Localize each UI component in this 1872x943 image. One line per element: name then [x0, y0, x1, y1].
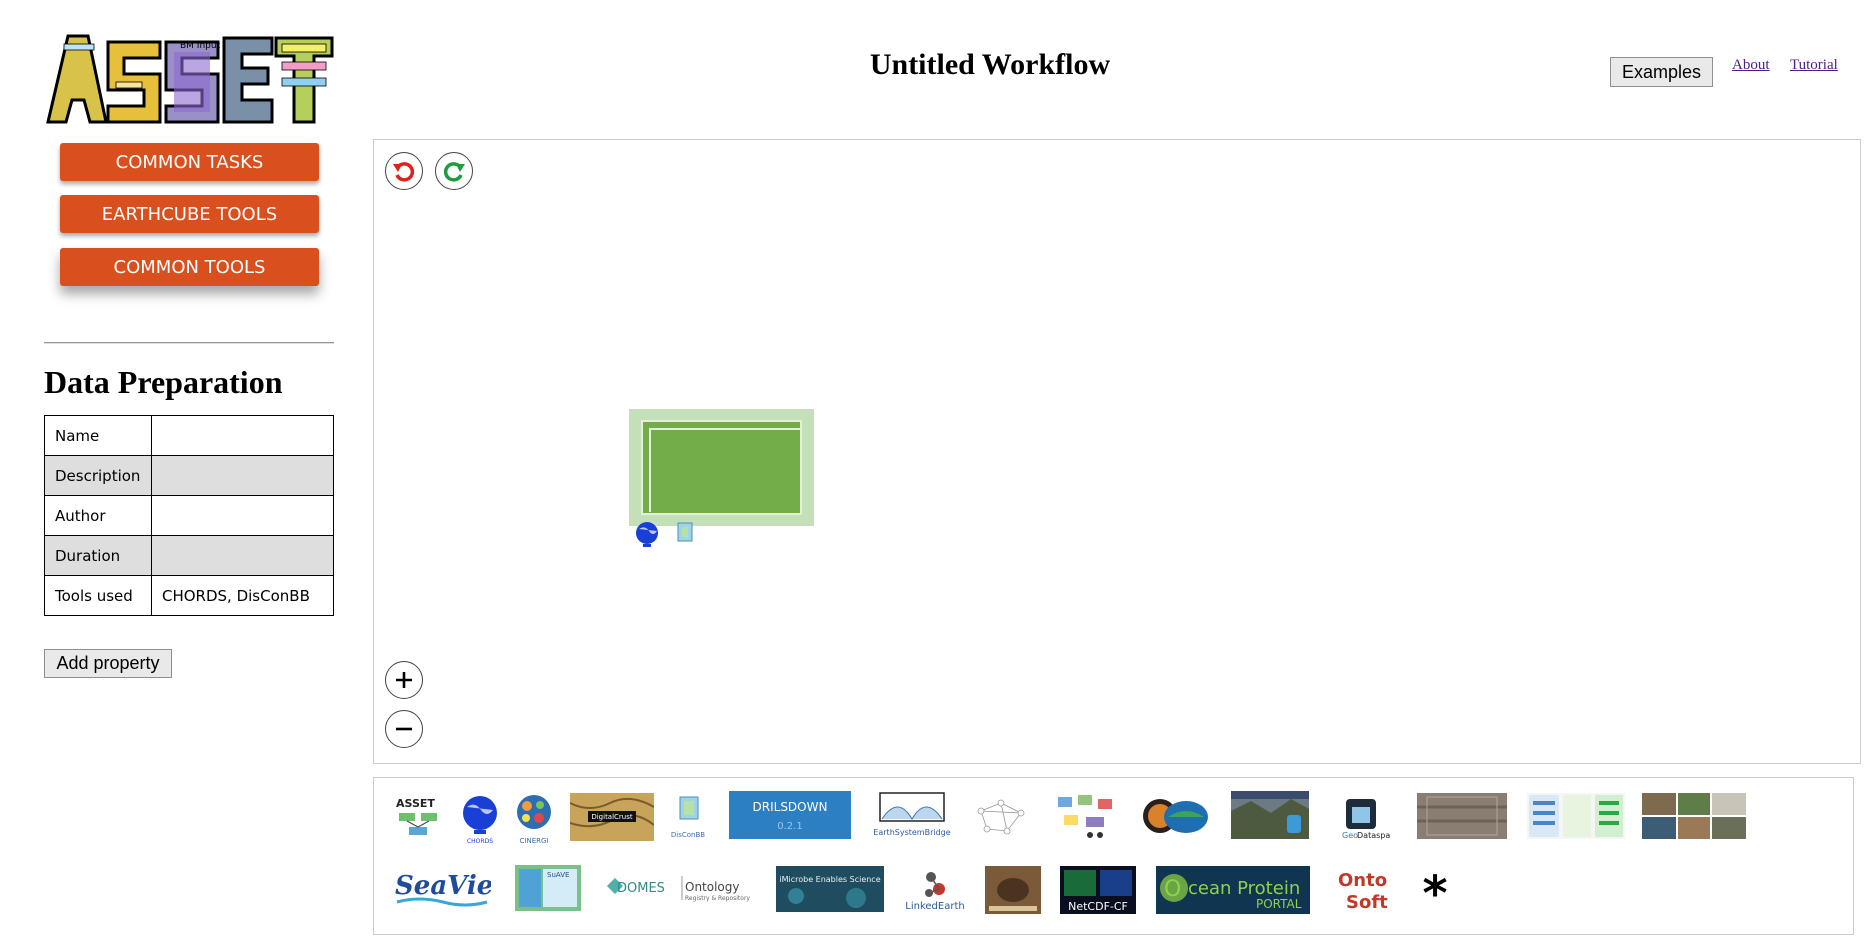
tool-imicrobe[interactable]: iMicrobe Enables Science: [776, 866, 884, 912]
tool-earthsystembridge[interactable]: EarthSystemBridge: [868, 791, 956, 841]
properties-table: Name Description Author Duration Tools u…: [44, 415, 334, 616]
svg-text:ASSET: ASSET: [396, 797, 435, 810]
earthcube-tools-button[interactable]: EARTHCUBE TOOLS: [60, 195, 319, 233]
zoom-in-button[interactable]: [385, 661, 423, 699]
sidebar-divider: [44, 342, 334, 344]
redo-button[interactable]: [435, 152, 473, 190]
property-row: Duration: [44, 535, 334, 576]
property-key: Duration: [44, 535, 152, 576]
svg-text:Dataspace: Dataspace: [1357, 831, 1390, 840]
property-value[interactable]: [151, 495, 334, 536]
tool-linkedearth[interactable]: LinkedEarth: [899, 869, 971, 913]
undo-button[interactable]: [385, 152, 423, 190]
svg-text:LinkedEarth: LinkedEarth: [905, 901, 964, 912]
property-row: Description: [44, 455, 334, 496]
tool-fossil-photo[interactable]: [985, 866, 1041, 914]
svg-text:Onto: Onto: [1338, 870, 1387, 891]
property-row: Name: [44, 415, 334, 456]
tool-network-graph[interactable]: [973, 793, 1029, 839]
svg-text:CINERGI: CINERGI: [520, 837, 549, 845]
svg-text:SeaView: SeaView: [395, 871, 491, 901]
tool-data-sheets[interactable]: [1527, 793, 1625, 839]
tool-photo-collage[interactable]: [1642, 793, 1746, 839]
property-value[interactable]: [151, 455, 334, 496]
tool-workflow-diagram[interactable]: [1054, 791, 1120, 841]
plus-icon: [396, 672, 412, 688]
tool-ontosoft[interactable]: Onto Soft: [1332, 866, 1392, 916]
section-title: Data Preparation: [44, 364, 283, 400]
tool-globe-map[interactable]: [1142, 793, 1210, 839]
svg-text:O: O: [1164, 877, 1181, 902]
undo-icon: [393, 162, 415, 182]
tool-landscape-photo[interactable]: [1231, 791, 1309, 839]
svg-text:Ontology: Ontology: [685, 880, 740, 894]
asset-logo: BM Input: [46, 32, 334, 124]
property-key: Author: [44, 495, 152, 536]
tool-custom-star[interactable]: *: [1415, 868, 1455, 914]
tool-disconbb[interactable]: DisConBB: [668, 791, 708, 841]
tutorial-link[interactable]: Tutorial: [1790, 57, 1838, 74]
tool-suave[interactable]: SuAVE: [515, 865, 581, 911]
svg-text:EarthSystemBridge: EarthSystemBridge: [873, 828, 950, 837]
minus-icon: [396, 727, 412, 731]
tool-geodataspace[interactable]: Geo Dataspace: [1332, 795, 1390, 841]
tool-seaview[interactable]: SeaView: [393, 866, 491, 910]
tool-domes-ontology[interactable]: DOMES Ontology Registry & Repository: [605, 870, 753, 906]
workflow-node-inner-frame: [649, 428, 802, 512]
tool-sediment-photo[interactable]: [1417, 793, 1507, 839]
svg-text:Soft: Soft: [1346, 892, 1388, 913]
common-tools-button[interactable]: COMMON TOOLS: [60, 248, 319, 286]
svg-text:DisConBB: DisConBB: [671, 831, 705, 839]
property-value[interactable]: [151, 535, 334, 576]
property-key: Tools used: [44, 575, 152, 616]
workflow-node[interactable]: [629, 409, 814, 526]
svg-text:0.2.1: 0.2.1: [777, 821, 802, 832]
about-link[interactable]: About: [1732, 57, 1770, 74]
svg-text:Geo: Geo: [1342, 831, 1358, 840]
tool-drilsdown[interactable]: DRILSDOWN 0.2.1: [729, 791, 851, 839]
svg-text:*: *: [1422, 868, 1447, 914]
svg-text:iMicrobe Enables Science: iMicrobe Enables Science: [779, 875, 880, 884]
property-value[interactable]: CHORDS, DisConBB: [151, 575, 334, 616]
svg-text:CHORDS: CHORDS: [467, 838, 493, 845]
disconbb-icon: [677, 522, 693, 542]
tool-netcdf-cf[interactable]: NetCDF-CF: [1060, 866, 1136, 914]
svg-text:NetCDF-CF: NetCDF-CF: [1068, 900, 1128, 913]
zoom-out-button[interactable]: [385, 710, 423, 748]
node-tool-icons: [636, 522, 693, 547]
examples-button[interactable]: Examples: [1610, 57, 1713, 87]
tool-chords[interactable]: CHORDS: [459, 793, 501, 845]
svg-text:DOMES: DOMES: [617, 881, 665, 896]
svg-text:PORTAL: PORTAL: [1256, 897, 1302, 911]
common-tasks-button[interactable]: COMMON TASKS: [60, 143, 319, 181]
tool-cinergi[interactable]: CINERGI: [513, 793, 555, 845]
workflow-title[interactable]: Untitled Workflow: [700, 48, 1280, 82]
workflow-canvas[interactable]: [373, 139, 1861, 764]
property-row: Author: [44, 495, 334, 536]
tool-digitalcrust[interactable]: DigitalCrust: [570, 793, 654, 841]
svg-text:Registry & Repository: Registry & Repository: [685, 895, 750, 902]
svg-text:cean Protein: cean Protein: [1188, 878, 1300, 899]
tool-ocean-protein-portal[interactable]: O cean Protein PORTAL: [1156, 866, 1310, 914]
chords-icon: [636, 522, 658, 547]
add-property-button[interactable]: Add property: [44, 649, 172, 678]
property-key: Description: [44, 455, 152, 496]
workflow-node-body: [641, 420, 802, 515]
property-row: Tools used CHORDS, DisConBB: [44, 575, 334, 616]
svg-text:DRILSDOWN: DRILSDOWN: [753, 800, 828, 814]
svg-text:SuAVE: SuAVE: [547, 871, 569, 879]
property-value[interactable]: [151, 415, 334, 456]
svg-text:DigitalCrust: DigitalCrust: [591, 813, 633, 821]
tool-asset[interactable]: ASSET: [393, 795, 445, 843]
svg-text:BM Input: BM Input: [180, 41, 221, 51]
property-key: Name: [44, 415, 152, 456]
redo-icon: [443, 162, 465, 182]
